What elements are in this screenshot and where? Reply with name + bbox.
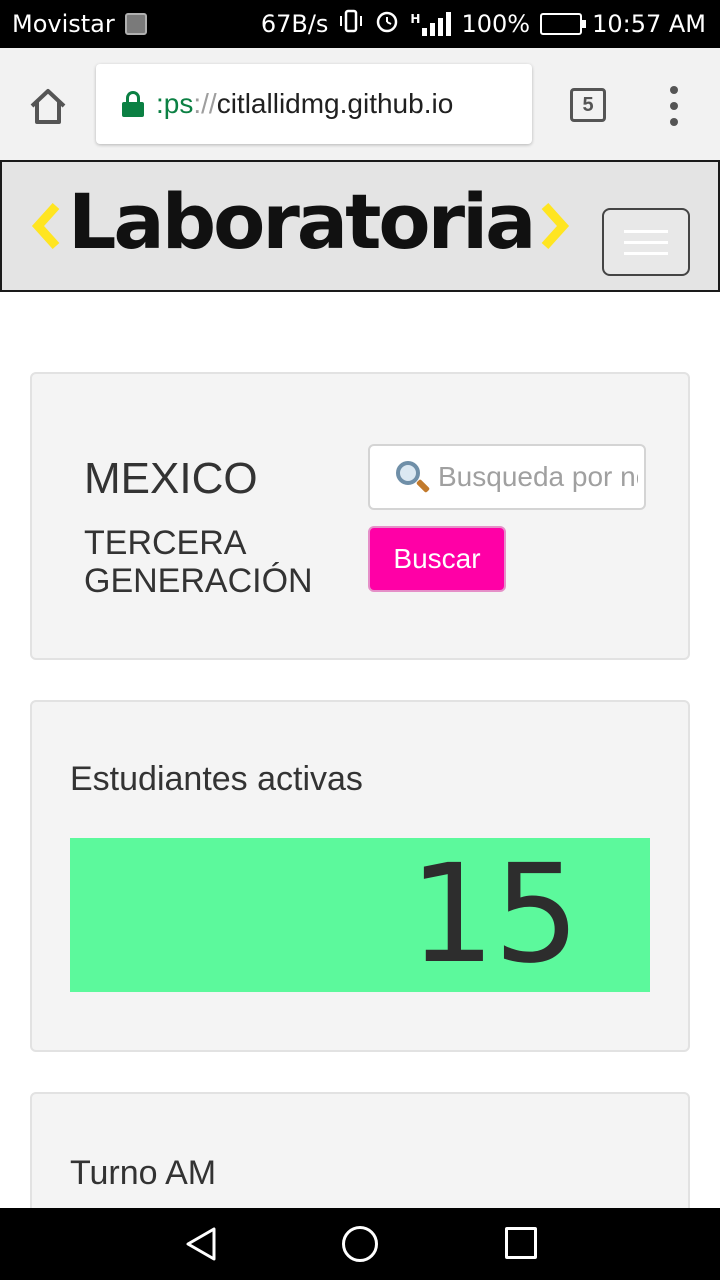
carrier-label: Movistar	[12, 10, 115, 38]
image-notification-icon	[124, 13, 147, 35]
battery-icon	[540, 13, 587, 35]
active-students-count-box: 15	[70, 838, 650, 992]
back-icon[interactable]	[184, 1226, 218, 1262]
search-button[interactable]: Buscar	[368, 526, 506, 592]
url-host: citlallidmg.github.io	[216, 88, 454, 119]
active-students-count: 15	[408, 836, 580, 994]
recents-icon[interactable]	[505, 1227, 537, 1259]
tabs-icon[interactable]: 5	[570, 88, 606, 122]
active-students-title: Estudiantes activas	[70, 760, 363, 798]
logo-left-bracket-icon	[31, 202, 60, 250]
battery-percent: 100%	[461, 10, 531, 38]
url-scheme: :ps	[156, 88, 194, 119]
status-bar: Movistar 67B/s H 100% 10:57 AM	[0, 0, 720, 48]
overflow-menu-icon[interactable]	[664, 86, 684, 126]
alarm-icon	[374, 8, 400, 40]
laboratoria-logo[interactable]: Laboratoria	[30, 177, 571, 266]
browser-toolbar: :ps://citlallidmg.github.io 5	[0, 48, 720, 160]
active-students-card: Estudiantes activas 15	[30, 700, 690, 1052]
logo-right-bracket-icon	[542, 202, 570, 250]
lock-icon	[122, 91, 144, 117]
search-field[interactable]	[368, 444, 646, 510]
shift-title: Turno AM	[70, 1154, 217, 1192]
vibrate-icon	[338, 8, 364, 40]
url-separator: ://	[193, 88, 217, 119]
network-speed: 67B/s	[260, 10, 329, 38]
country-title: MEXICO	[84, 454, 258, 503]
site-navbar: Laboratoria	[0, 160, 720, 292]
tab-count: 5	[582, 93, 594, 116]
clock: 10:57 AM	[592, 10, 706, 38]
network-type: H	[410, 12, 421, 26]
home-icon[interactable]	[26, 84, 70, 128]
search-icon	[394, 459, 431, 495]
filter-card: MEXICO TERCERA GENERACIÓN Buscar	[30, 372, 690, 660]
logo-text: Laboratoria	[68, 177, 536, 266]
home-nav-icon[interactable]	[342, 1226, 378, 1262]
generation-subtitle: TERCERA GENERACIÓN	[84, 524, 313, 600]
hamburger-icon[interactable]	[602, 208, 690, 276]
signal-icon	[422, 12, 452, 36]
system-nav-bar	[0, 1208, 720, 1280]
address-bar[interactable]: :ps://citlallidmg.github.io	[96, 64, 532, 144]
search-input[interactable]	[438, 461, 638, 493]
